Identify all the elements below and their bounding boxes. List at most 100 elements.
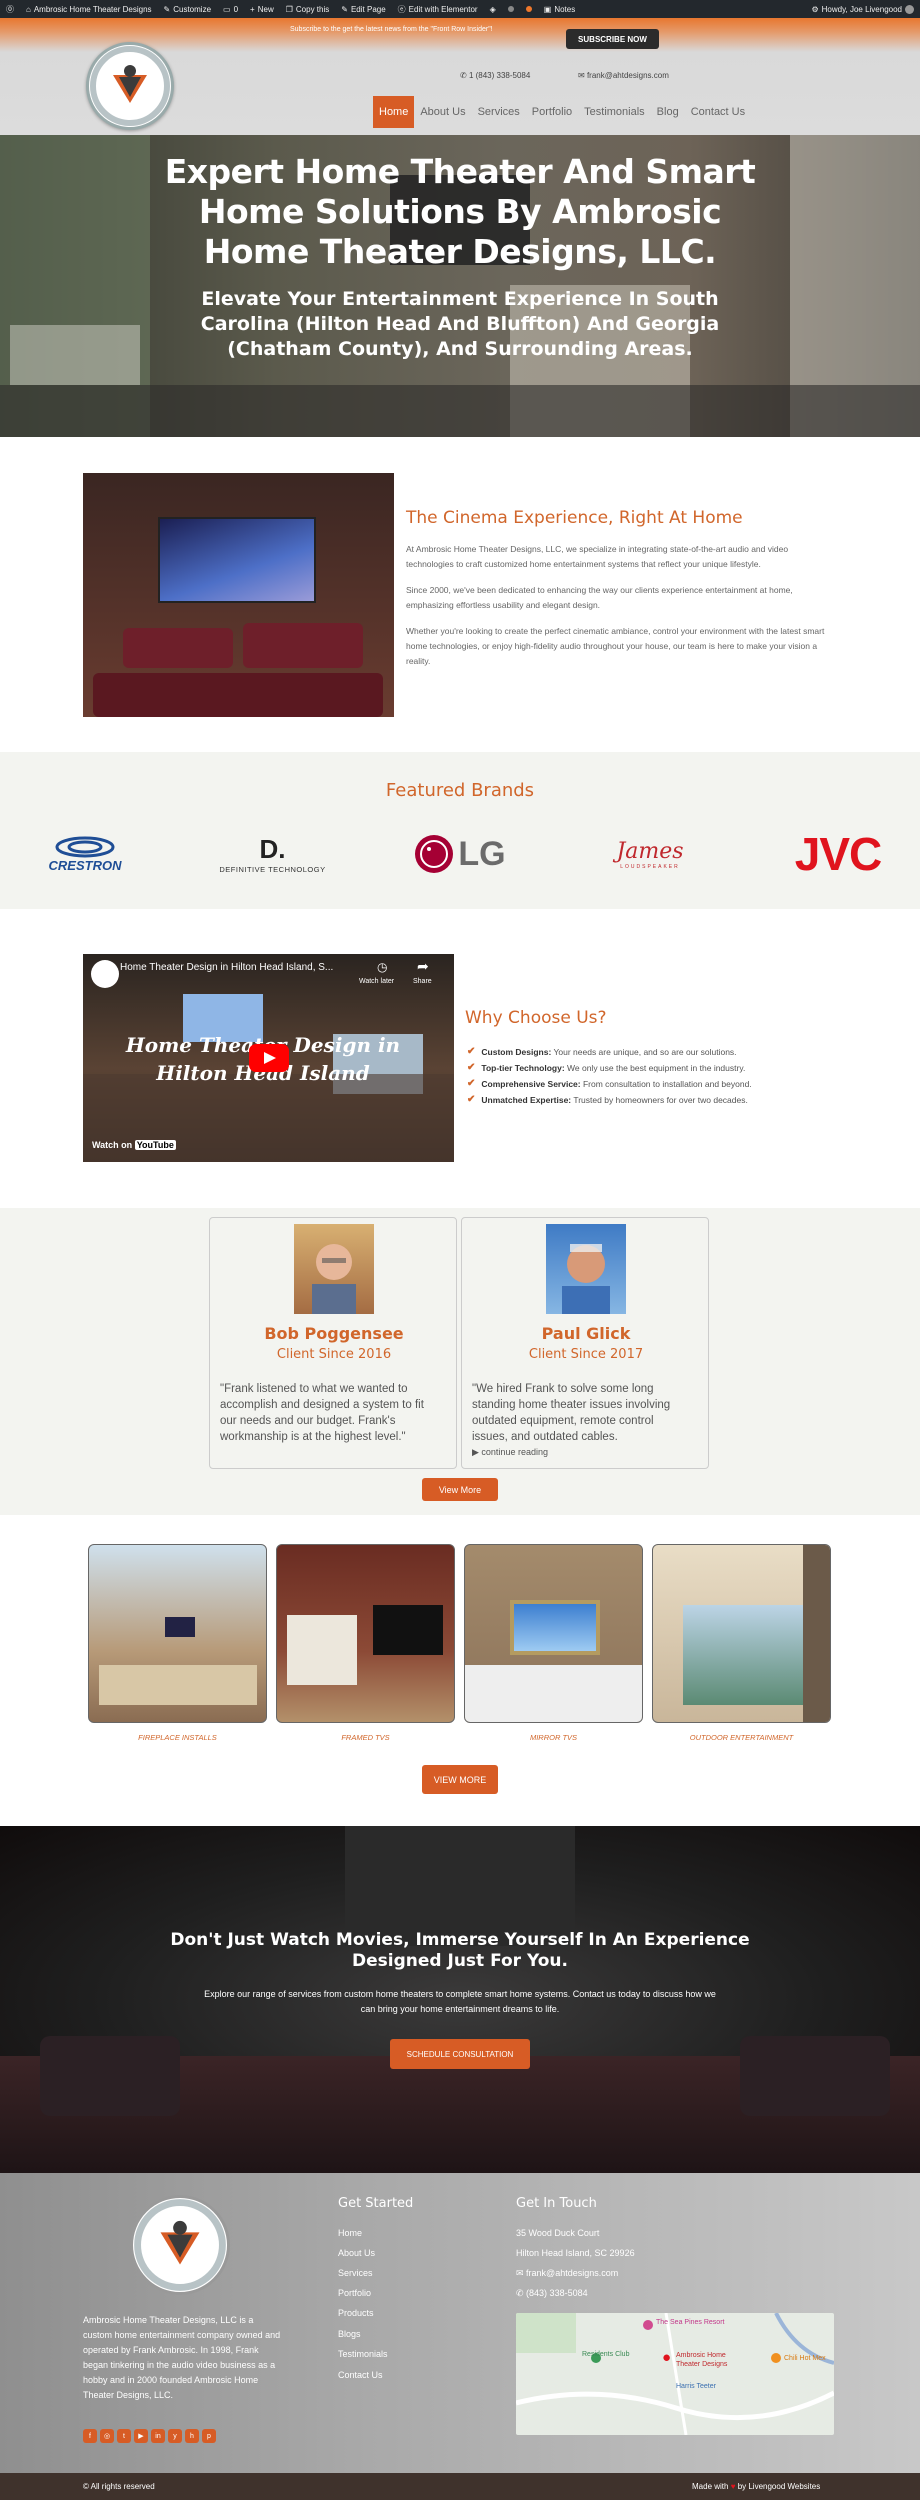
map-label: Harris Teeter bbox=[676, 2383, 716, 2390]
brand-logo-jvc[interactable]: JVC bbox=[778, 828, 898, 880]
wordpress-logo-icon[interactable]: ⓪ bbox=[6, 4, 14, 15]
footer-link[interactable]: Products bbox=[338, 2308, 374, 2318]
footer-address-line: Hilton Head Island, SC 29926 bbox=[516, 2248, 635, 2258]
footer-link[interactable]: About Us bbox=[338, 2248, 375, 2258]
footer-bottom-bar: © All rights reserved Made with ♥ by Liv… bbox=[0, 2473, 920, 2500]
theater-seat bbox=[740, 2036, 890, 2116]
header-phone[interactable]: ✆ 1 (843) 338-5084 bbox=[460, 71, 530, 80]
why-item-label: Unmatched Expertise: bbox=[481, 1094, 572, 1105]
linkedin-icon[interactable]: in bbox=[151, 2429, 165, 2443]
footer-link[interactable]: Blogs bbox=[338, 2329, 361, 2339]
admin-notes-link[interactable]: ▣ Notes bbox=[544, 5, 575, 14]
testimonial-card: Paul Glick Client Since 2017 "We hired F… bbox=[461, 1217, 709, 1469]
brand-name: CRESTRON bbox=[48, 857, 122, 873]
footer-link[interactable]: Portfolio bbox=[338, 2288, 371, 2298]
admin-comments-link[interactable]: ▭ 0 bbox=[223, 5, 238, 14]
brand-logo-james[interactable]: James LOUDSPEAKER bbox=[585, 830, 715, 878]
clock-icon[interactable]: ◷ bbox=[377, 960, 387, 974]
admin-new-link[interactable]: + New bbox=[250, 5, 274, 14]
header-email[interactable]: ✉ frank@ahtdesigns.com bbox=[578, 71, 669, 80]
cinema-screen bbox=[158, 517, 316, 603]
envelope-icon: ✉ bbox=[516, 2268, 527, 2278]
youtube-icon[interactable]: ▶ bbox=[134, 2429, 148, 2443]
pinterest-icon[interactable]: p bbox=[202, 2429, 216, 2443]
gallery-caption[interactable]: FIREPLACE INSTALLS bbox=[88, 1733, 267, 1742]
instagram-icon[interactable]: ◎ bbox=[100, 2429, 114, 2443]
footer-phone[interactable]: ✆ (843) 338-5084 bbox=[516, 2288, 588, 2299]
admin-alert-icon[interactable] bbox=[525, 6, 532, 12]
map-pin-icon[interactable]: ● bbox=[662, 2349, 671, 2366]
brand-logo-crestron[interactable]: CRESTRON bbox=[30, 830, 140, 878]
brand-logo-lg[interactable]: LG bbox=[410, 830, 510, 878]
nav-about[interactable]: About Us bbox=[414, 96, 471, 128]
admin-site-link[interactable]: ⌂ Ambrosic Home Theater Designs bbox=[26, 5, 152, 14]
video-title[interactable]: Home Theater Design in Hilton Head Islan… bbox=[120, 962, 333, 973]
client-name: Paul Glick bbox=[541, 1324, 631, 1343]
facebook-icon[interactable]: f bbox=[83, 2429, 97, 2443]
watch-on-youtube[interactable]: Watch on YouTube bbox=[92, 1140, 176, 1150]
admin-copy-link[interactable]: ❐ Copy this bbox=[286, 5, 330, 14]
nav-services[interactable]: Services bbox=[472, 96, 526, 128]
nav-home[interactable]: Home bbox=[373, 96, 415, 128]
continue-reading-toggle[interactable]: ▶ continue reading bbox=[472, 1447, 548, 1458]
comment-count: 0 bbox=[233, 4, 239, 14]
footer-logo[interactable] bbox=[130, 2195, 230, 2295]
nav-portfolio[interactable]: Portfolio bbox=[526, 96, 578, 128]
view-more-gallery-button[interactable]: VIEW MORE bbox=[422, 1765, 498, 1794]
nav-blog[interactable]: Blog bbox=[651, 96, 685, 128]
houzz-icon[interactable]: h bbox=[185, 2429, 199, 2443]
footer-email[interactable]: ✉ frank@ahtdesigns.com bbox=[516, 2268, 618, 2279]
client-photo bbox=[546, 1224, 626, 1314]
gallery-caption[interactable]: MIRROR TVS bbox=[464, 1733, 643, 1742]
why-item: ✔ Unmatched Expertise: Trusted by homeown… bbox=[467, 1094, 748, 1105]
brand-name: JVC bbox=[794, 828, 882, 880]
gallery-image-framed-tv[interactable] bbox=[276, 1544, 455, 1723]
admin-customize-link[interactable]: ✎ Customize bbox=[164, 5, 212, 14]
admin-seo-icon[interactable]: ◈ bbox=[490, 5, 496, 14]
footer-link[interactable]: Services bbox=[338, 2268, 373, 2278]
footer-link[interactable]: Home bbox=[338, 2228, 362, 2238]
footer-link[interactable]: Contact Us bbox=[338, 2370, 383, 2380]
check-icon: ✔ bbox=[467, 1046, 476, 1057]
play-button-icon[interactable] bbox=[249, 1044, 289, 1072]
admin-user-menu[interactable]: ⚙ Howdy, Joe Livengood bbox=[811, 4, 914, 14]
why-item-text: Trusted by homeowners for over two decad… bbox=[571, 1094, 748, 1105]
gallery-image-mirror-tv[interactable] bbox=[464, 1544, 643, 1723]
testimonial-quote: "Frank listened to what we wanted to acc… bbox=[220, 1383, 424, 1443]
why-item: ✔ Comprehensive Service: From consultatio… bbox=[467, 1078, 752, 1089]
client-since: Client Since 2017 bbox=[528, 1347, 644, 1362]
subscribe-button[interactable]: SUBSCRIBE NOW bbox=[566, 29, 659, 49]
yelp-icon[interactable]: y bbox=[168, 2429, 182, 2443]
google-map[interactable]: The Sea Pines Resort Residents Club Ambr… bbox=[516, 2313, 834, 2435]
map-label: The Sea Pines Resort bbox=[656, 2319, 725, 2326]
admin-edit-page-link[interactable]: ✎ Edit Page bbox=[341, 5, 385, 14]
site-logo[interactable] bbox=[86, 42, 174, 130]
made-with-label: Made with bbox=[692, 2482, 729, 2491]
theater-seat bbox=[40, 2036, 180, 2116]
testimonial-card: Bob Poggensee Client Since 2016 "Frank l… bbox=[209, 1217, 457, 1469]
continue-reading-label: continue reading bbox=[481, 1447, 548, 1457]
header-email-text: frank@ahtdesigns.com bbox=[586, 71, 669, 80]
share-icon[interactable]: ➦ bbox=[417, 958, 429, 975]
client-photo bbox=[294, 1224, 374, 1314]
admin-elementor-link[interactable]: ⓔ Edit with Elementor bbox=[398, 4, 478, 15]
nav-testimonials[interactable]: Testimonials bbox=[578, 96, 651, 128]
schedule-consultation-button[interactable]: SCHEDULE CONSULTATION bbox=[390, 2039, 530, 2069]
made-with-credit[interactable]: Made with ♥ by Livengood Websites bbox=[692, 2482, 820, 2491]
gallery-image-fireplace[interactable] bbox=[88, 1544, 267, 1723]
brand-subname: LOUDSPEAKER bbox=[620, 863, 680, 870]
twitter-icon[interactable]: t bbox=[117, 2429, 131, 2443]
gallery-image-outdoor[interactable] bbox=[652, 1544, 831, 1723]
footer-phone-text: (843) 338-5084 bbox=[526, 2288, 588, 2298]
view-more-testimonials-button[interactable]: View More bbox=[422, 1478, 498, 1501]
nav-contact[interactable]: Contact Us bbox=[685, 96, 751, 128]
theater-screen bbox=[345, 1826, 575, 1946]
home-cinema-image bbox=[83, 473, 394, 717]
admin-status-icon[interactable] bbox=[507, 6, 514, 12]
brand-logo-definitive[interactable]: D. DEFINITIVE TECHNOLOGY bbox=[205, 830, 340, 878]
footer-link[interactable]: Testimonials bbox=[338, 2349, 388, 2359]
gallery-caption[interactable]: FRAMED TVS bbox=[276, 1733, 455, 1742]
gallery-caption[interactable]: OUTDOOR ENTERTAINMENT bbox=[652, 1733, 831, 1742]
about-title: The Cinema Experience, Right At Home bbox=[406, 508, 743, 528]
gallery-stone-wall bbox=[803, 1545, 830, 1722]
